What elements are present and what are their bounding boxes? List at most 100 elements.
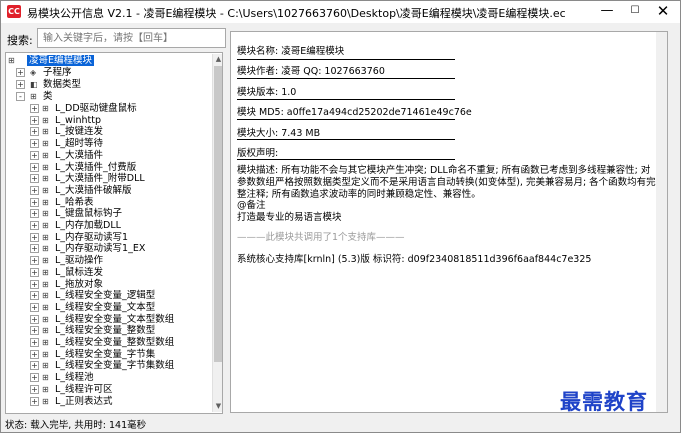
expand-icon[interactable]: + — [30, 314, 39, 324]
tree-node-label: 数据类型 — [43, 79, 82, 90]
class-icon: ⊞ — [42, 162, 49, 172]
tree-class-label: L_哈希表 — [55, 196, 94, 208]
support-library: 系统核心支持库[krnln] (5.3)版 标识符: d09f234081851… — [237, 254, 592, 265]
expand-icon[interactable]: + — [30, 373, 39, 383]
tree-class-label: L_大漠插件破解版 — [55, 184, 132, 196]
tree-class-label: L_线程池 — [55, 372, 94, 384]
expand-icon[interactable]: + — [30, 150, 39, 160]
tree-class-label: L_大漠插件 — [55, 149, 104, 161]
expand-icon[interactable]: + — [30, 291, 39, 301]
expand-icon[interactable]: + — [30, 115, 39, 125]
tree-class-label: L_超时等待 — [55, 138, 104, 150]
expand-icon[interactable]: + — [30, 197, 39, 207]
expand-icon[interactable]: + — [30, 244, 39, 254]
title-bar: CC 易模块公开信息 V2.1 - 凌哥E编程模块 - C:\Users\102… — [1, 1, 680, 23]
expand-icon[interactable]: + — [30, 302, 39, 312]
class-icon: ⊞ — [42, 197, 49, 207]
class-icon: ⊞ — [42, 127, 49, 137]
tree-class-label: L_线程安全变量_逻辑型 — [55, 290, 156, 302]
class-icon: ⊞ — [42, 326, 49, 336]
tree-class-label: L_大漠插件_付费版 — [55, 161, 137, 173]
expand-icon[interactable]: + — [30, 349, 39, 359]
class-icon: ⊞ — [42, 221, 49, 230]
divider — [237, 139, 455, 140]
class-icon: ⊞ — [42, 302, 49, 312]
class-icon: ⊞ — [42, 349, 49, 359]
datatype-icon: ◧ — [30, 80, 38, 89]
class-icon: ⊞ — [42, 139, 49, 149]
expand-icon[interactable]: + — [30, 326, 39, 336]
module-tree[interactable]: ⊞ 凌哥E编程模块 + ◈ 子程序 + ◧ 数据类型 - ⊞ 类 + ⊞ L_DD驱… — [5, 52, 223, 414]
scroll-down-icon[interactable]: ▼ — [213, 401, 222, 412]
tree-class-label: L_大漠插件_附带DLL — [55, 173, 145, 185]
module-md5: 模块 MD5: a0ffe17a494cd25202de71461e49c76e — [237, 107, 472, 118]
app-icon: CC — [7, 5, 21, 18]
tree-class-label: L_鼠标连发 — [55, 266, 104, 278]
class-icon: ⊞ — [42, 174, 49, 184]
subprogram-icon: ◈ — [30, 68, 37, 77]
expand-icon[interactable]: + — [16, 68, 25, 77]
expand-icon[interactable]: + — [30, 267, 39, 277]
class-icon: ⊞ — [42, 232, 49, 242]
class-icon: ⊞ — [42, 244, 49, 254]
divider — [237, 119, 455, 120]
expand-icon[interactable]: + — [30, 185, 39, 195]
module-version: 模块版本: 1.0 — [237, 87, 297, 98]
copyright: 版权声明: — [237, 148, 279, 159]
expand-icon[interactable]: + — [30, 174, 39, 184]
class-icon: ⊞ — [42, 185, 49, 195]
collapse-icon[interactable]: - — [16, 92, 25, 101]
module-icon: ⊞ — [8, 56, 15, 65]
tagline: 打造最专业的易语言模块 — [237, 212, 342, 223]
close-button[interactable]: ✕ — [649, 1, 677, 23]
expand-icon[interactable]: + — [30, 127, 39, 137]
dependency-header: ———此模块共调用了1个支持库——— — [237, 232, 405, 243]
main-window: CC 易模块公开信息 V2.1 - 凌哥E编程模块 - C:\Users\102… — [0, 0, 681, 433]
tree-class-label: L_线程安全变量_整数型 — [55, 325, 156, 337]
class-icon: ⊞ — [30, 92, 37, 101]
tree-scrollbar[interactable]: ▲ ▼ — [212, 54, 222, 412]
class-icon: ⊞ — [42, 384, 49, 394]
expand-icon[interactable]: + — [30, 279, 39, 289]
expand-icon[interactable]: + — [30, 139, 39, 149]
expand-icon[interactable]: + — [30, 361, 39, 371]
class-icon: ⊞ — [42, 209, 49, 219]
module-size: 模块大小: 7.43 MB — [237, 128, 321, 139]
tree-class-label: L_线程安全变量_整数型数组 — [55, 337, 175, 348]
expand-icon[interactable]: + — [30, 209, 39, 219]
watermark: 最需教育 — [560, 389, 648, 414]
tree-class-label: L_正则表达式 — [55, 395, 113, 407]
scroll-up-icon[interactable]: ▲ — [213, 54, 222, 65]
tree-class-label: L_拖放对象 — [55, 278, 104, 290]
divider — [237, 78, 455, 79]
class-icon: ⊞ — [42, 279, 49, 289]
minimize-button[interactable]: — — [593, 1, 621, 23]
tree-class-label: L_键盘鼠标钩子 — [55, 208, 123, 220]
expand-icon[interactable]: + — [30, 232, 39, 242]
tree-class-label: L_winhttp — [55, 114, 101, 126]
expand-icon[interactable]: + — [30, 104, 39, 113]
detail-scrollbar[interactable] — [656, 32, 667, 412]
tree-class-label: L_线程安全变量_文本型 — [55, 301, 156, 313]
search-input[interactable] — [37, 28, 226, 48]
class-icon: ⊞ — [42, 104, 49, 113]
expand-icon[interactable]: + — [30, 256, 39, 266]
module-name: 模块名称: 凌哥E编程模块 — [237, 46, 345, 57]
expand-icon[interactable]: + — [30, 396, 39, 406]
maximize-button[interactable]: ☐ — [621, 1, 649, 23]
expand-icon[interactable]: + — [30, 221, 39, 230]
expand-icon[interactable]: + — [16, 80, 25, 89]
tree-node-label: 子程序 — [43, 67, 72, 78]
tree-class-label: L_内存驱动读写1_EX — [55, 243, 146, 255]
status-bar: 状态: 载入完毕, 共用时: 141毫秒 — [5, 420, 147, 431]
module-detail-panel: 模块名称: 凌哥E编程模块 模块作者: 凌哥 QQ: 1027663760 模块… — [230, 31, 668, 413]
tree-root-label: 凌哥E编程模块 — [27, 55, 95, 66]
expand-icon[interactable]: + — [30, 384, 39, 394]
expand-icon[interactable]: + — [30, 338, 39, 347]
module-author: 模块作者: 凌哥 QQ: 1027663760 — [237, 66, 385, 77]
tree-class-label: L_线程安全变量_字节集 — [55, 348, 156, 360]
tree-class-label: L_线程安全变量_字节集数组 — [55, 360, 175, 372]
divider — [237, 59, 455, 60]
scroll-thumb[interactable] — [214, 66, 222, 362]
expand-icon[interactable]: + — [30, 162, 39, 172]
